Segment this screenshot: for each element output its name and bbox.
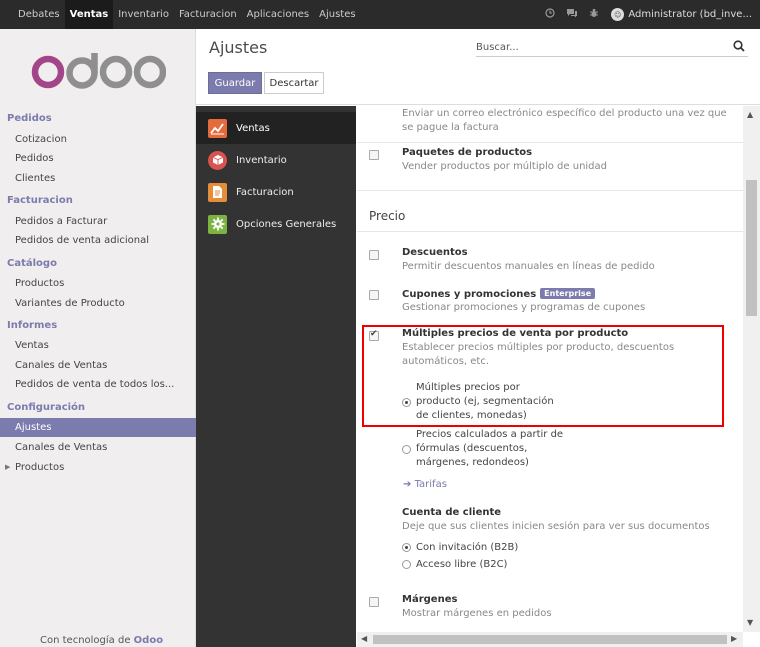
paquetes-checkbox[interactable] bbox=[369, 150, 379, 160]
invoice-icon bbox=[208, 182, 227, 202]
descuentos-checkbox[interactable] bbox=[369, 250, 379, 260]
divider bbox=[357, 190, 743, 191]
formulas-radio[interactable] bbox=[402, 445, 411, 454]
top-navbar: Debates Ventas Inventario Facturacion Ap… bbox=[0, 0, 760, 29]
divider bbox=[357, 231, 743, 232]
paquetes-title: Paquetes de productos bbox=[402, 147, 533, 158]
app-tab-ventas[interactable]: Ventas bbox=[196, 112, 356, 144]
scroll-down-icon[interactable]: ▼ bbox=[747, 618, 753, 627]
settings-app-list: Ventas Inventario Facturacion Opciones G… bbox=[196, 106, 356, 647]
nav-item-productos[interactable]: Productos bbox=[0, 274, 196, 293]
main-menu: Debates Ventas Inventario Facturacion Ap… bbox=[0, 0, 361, 29]
powered-prefix: Con tecnología de bbox=[40, 635, 131, 646]
nav-section-catalogo: Catálogo bbox=[7, 258, 57, 269]
nav-item-config-productos[interactable]: ▶ Productos bbox=[0, 458, 196, 477]
arrow-right-icon: ➔ bbox=[403, 479, 412, 490]
descuentos-desc: Permitir descuentos manuales en líneas d… bbox=[402, 261, 655, 272]
nav-item-clientes[interactable]: Clientes bbox=[0, 169, 196, 188]
save-button[interactable]: Guardar bbox=[208, 72, 262, 94]
app-tab-facturacion[interactable]: Facturacion bbox=[196, 176, 356, 208]
app-tab-opciones-generales[interactable]: Opciones Generales bbox=[196, 208, 356, 240]
avatar: ☺ bbox=[611, 8, 625, 21]
page-title: Ajustes bbox=[209, 38, 268, 57]
search-icon[interactable] bbox=[732, 39, 746, 53]
nav-section-facturacion: Facturacion bbox=[7, 195, 73, 206]
box-icon bbox=[208, 150, 227, 170]
menu-ventas[interactable]: Ventas bbox=[64, 0, 114, 29]
highlight-box bbox=[362, 325, 724, 427]
chat-icon[interactable] bbox=[561, 8, 583, 21]
b2c-label[interactable]: Acceso libre (B2C) bbox=[416, 558, 507, 572]
descuentos-title: Descuentos bbox=[402, 247, 468, 258]
clock-icon[interactable] bbox=[539, 8, 561, 21]
menu-debates[interactable]: Debates bbox=[13, 0, 65, 29]
margenes-checkbox[interactable] bbox=[369, 597, 379, 607]
nav-item-pedidos-venta-adicional[interactable]: Pedidos de venta adicional bbox=[0, 231, 196, 250]
odoo-logo bbox=[31, 53, 166, 89]
systray: ☺ Administrator (bd_inve... bbox=[539, 0, 760, 29]
menu-facturacion[interactable]: Facturacion bbox=[174, 0, 242, 29]
gear-icon bbox=[208, 214, 227, 234]
paquetes-desc: Vender productos por múltiplo de unidad bbox=[402, 161, 608, 172]
margenes-title: Márgenes bbox=[402, 594, 458, 605]
email-setting-desc: Enviar un correo electrónico específico … bbox=[402, 108, 727, 133]
margenes-desc: Mostrar márgenes en pedidos bbox=[402, 608, 552, 619]
vertical-scrollbar[interactable]: ▲ ▼ bbox=[743, 106, 760, 632]
app-tab-label: Ventas bbox=[236, 122, 270, 134]
nav-item-variantes[interactable]: Variantes de Producto bbox=[0, 294, 196, 313]
nav-item-label: Productos bbox=[15, 462, 65, 473]
scroll-right-icon[interactable]: ▶ bbox=[731, 634, 737, 643]
user-name: Administrator (bd_inve... bbox=[628, 9, 752, 20]
cupones-title: Cupones y promociones Enterprise bbox=[402, 288, 596, 300]
enterprise-badge: Enterprise bbox=[540, 288, 596, 299]
cupones-desc: Gestionar promociones y programas de cup… bbox=[402, 302, 646, 313]
nav-item-pedidos-a-facturar[interactable]: Pedidos a Facturar bbox=[0, 212, 196, 231]
nav-item-pedidos-todos[interactable]: Pedidos de venta de todos los... bbox=[0, 375, 196, 394]
cuenta-cliente-title: Cuenta de cliente bbox=[402, 507, 502, 518]
nav-item-cotizacion[interactable]: Cotizacion bbox=[0, 130, 196, 149]
section-title-precio: Precio bbox=[369, 209, 406, 223]
app-tab-label: Facturacion bbox=[236, 186, 294, 198]
nav-item-ajustes[interactable]: Ajustes bbox=[0, 418, 196, 437]
app-sidebar: Pedidos Cotizacion Pedidos Clientes Fact… bbox=[0, 29, 196, 647]
nav-item-informe-ventas[interactable]: Ventas bbox=[0, 336, 196, 355]
b2c-radio[interactable] bbox=[402, 560, 411, 569]
nav-section-pedidos: Pedidos bbox=[7, 113, 52, 124]
horizontal-scroll-thumb[interactable] bbox=[373, 635, 727, 644]
caret-right-icon: ▶ bbox=[5, 463, 11, 471]
formulas-label[interactable]: Precios calculados a partir de fórmulas … bbox=[416, 428, 566, 470]
app-tab-label: Inventario bbox=[236, 154, 287, 166]
divider bbox=[357, 142, 743, 143]
menu-ajustes[interactable]: Ajustes bbox=[314, 0, 360, 29]
horizontal-scrollbar[interactable]: ◀ ▶ bbox=[357, 632, 743, 647]
scroll-up-icon[interactable]: ▲ bbox=[747, 110, 753, 119]
nav-item-pedidos[interactable]: Pedidos bbox=[0, 149, 196, 168]
chart-icon bbox=[208, 118, 227, 138]
nav-section-informes: Informes bbox=[7, 320, 58, 331]
powered-by: Con tecnología de Odoo bbox=[40, 635, 163, 646]
tarifas-link[interactable]: ➔ Tarifas bbox=[403, 479, 447, 490]
menu-inventario[interactable]: Inventario bbox=[113, 0, 174, 29]
cuenta-cliente-desc: Deje que sus clientes inicien sesión par… bbox=[402, 521, 710, 532]
cupones-title-text: Cupones y promociones bbox=[402, 289, 537, 300]
b2b-label[interactable]: Con invitación (B2B) bbox=[416, 541, 518, 555]
app-tab-inventario[interactable]: Inventario bbox=[196, 144, 356, 176]
scroll-left-icon[interactable]: ◀ bbox=[361, 634, 367, 643]
user-menu[interactable]: ☺ Administrator (bd_inve... bbox=[611, 8, 760, 21]
nav-item-config-canales[interactable]: Canales de Ventas bbox=[0, 438, 196, 457]
nav-item-canales-ventas[interactable]: Canales de Ventas bbox=[0, 356, 196, 375]
bug-icon[interactable] bbox=[583, 8, 605, 21]
b2b-radio[interactable] bbox=[402, 543, 411, 552]
tarifas-link-label: Tarifas bbox=[414, 479, 447, 490]
control-panel: Ajustes Guardar Descartar bbox=[196, 29, 760, 105]
cupones-checkbox[interactable] bbox=[369, 290, 379, 300]
search-input[interactable] bbox=[476, 39, 726, 55]
vertical-scroll-thumb[interactable] bbox=[746, 180, 757, 316]
menu-aplicaciones[interactable]: Aplicaciones bbox=[242, 0, 314, 29]
powered-brand-link[interactable]: Odoo bbox=[134, 635, 163, 646]
discard-button[interactable]: Descartar bbox=[264, 72, 324, 94]
search-box bbox=[476, 37, 748, 57]
nav-section-configuracion: Configuración bbox=[7, 402, 86, 413]
app-tab-label: Opciones Generales bbox=[236, 218, 337, 230]
